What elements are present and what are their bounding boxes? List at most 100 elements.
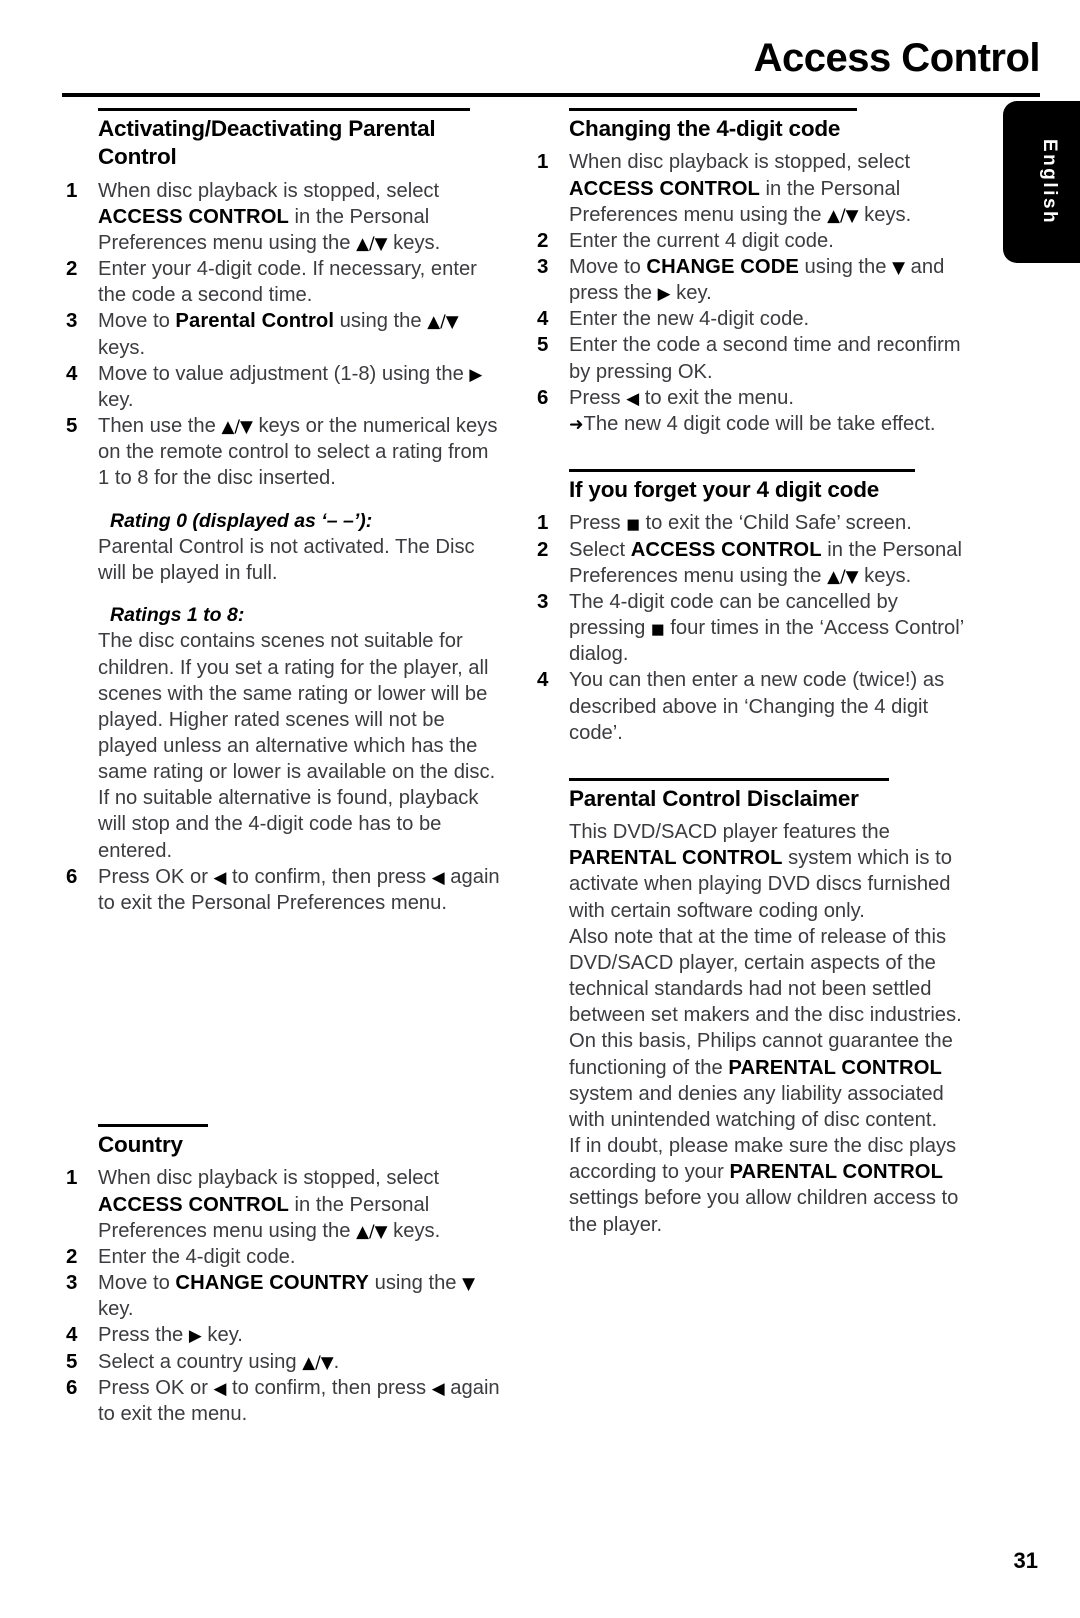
step-number: 3 — [537, 254, 549, 278]
section-disclaimer: Parental Control Disclaimer This DVD/SAC… — [533, 777, 973, 1238]
column-spacer — [62, 918, 502, 964]
step-text: Enter the new 4-digit code. — [569, 308, 810, 331]
step-text: Move to CHANGE CODE using the ▼ and pres… — [569, 255, 945, 305]
step-item: 4 Move to value adjustment (1-8) using th… — [62, 361, 502, 413]
step-text: Press ◀ to exit the menu. — [569, 386, 794, 409]
section-rule — [569, 777, 889, 781]
step-text: Enter the code a second time and reconfi… — [569, 334, 961, 383]
steps-list-country: 1 When disc playback is stopped, select A… — [62, 1165, 502, 1427]
step-number: 2 — [537, 537, 549, 561]
step-item: 2 Enter the 4-digit code. — [62, 1244, 502, 1270]
step-item: 3 Move to CHANGE COUNTRY using the ▼ key. — [62, 1270, 502, 1322]
step-item: 6 Press OK or ◀ to confirm, then press ◀ … — [62, 1375, 502, 1427]
step-item: 3 The 4-digit code can be cancelled by pr… — [533, 589, 973, 667]
rating-0-heading: Rating 0 (displayed as ‘– –’): — [110, 509, 373, 532]
step-text: Move to Parental Control using the ▲/▼ k… — [98, 310, 459, 359]
section-rule — [569, 469, 915, 473]
manual-page: Access Control English Activating/Deacti… — [0, 0, 1080, 1618]
step-item: 3 Move to CHANGE CODE using the ▼ and pre… — [533, 254, 973, 306]
step-number: 5 — [66, 414, 78, 438]
step-number: 1 — [66, 1166, 78, 1190]
step-number: 5 — [66, 1349, 78, 1373]
arrow-icon: ➜ — [569, 414, 584, 435]
step-item: 6 Press OK or ◀ to confirm, then press ◀ … — [62, 864, 502, 916]
step-number: 5 — [537, 333, 549, 357]
step-text: Select ACCESS CONTROL in the Personal Pr… — [569, 538, 962, 587]
step-text: Press OK or ◀ to confirm, then press ◀ a… — [98, 1376, 500, 1425]
step-item: 4 Enter the new 4-digit code. — [533, 306, 973, 332]
change-code-note-text: The new 4 digit code will be take effect… — [583, 412, 936, 435]
step-number: 2 — [537, 228, 549, 252]
section-changing-code: Changing the 4-digit code 1 When disc pla… — [533, 108, 973, 437]
step-number: 6 — [66, 864, 78, 888]
step-number: 4 — [537, 668, 549, 692]
step-item: 5 Then use the ▲/▼ keys or the numerical … — [62, 413, 502, 491]
section-heading: If you forget your 4 digit code — [569, 477, 880, 503]
step-item: 1 Press ■ to exit the ‘Child Safe’ screen… — [533, 510, 973, 536]
language-tab-label: English — [1039, 138, 1060, 226]
step-text: Select a country using ▲/▼. — [98, 1350, 340, 1373]
step-number: 4 — [66, 361, 78, 385]
column-spacer-large — [62, 964, 502, 1124]
step-item: 1 When disc playback is stopped, select A… — [62, 178, 502, 256]
section-rule — [569, 108, 857, 111]
section-heading: Activating/Deactivating Parental Control — [98, 116, 436, 170]
steps-list-parental: 1 When disc playback is stopped, select A… — [62, 178, 502, 492]
step-text: When disc playback is stopped, select AC… — [569, 151, 912, 226]
page-title: Access Control — [753, 36, 1041, 80]
step-item: 6 Press ◀ to exit the menu. — [533, 385, 973, 411]
step-text: Enter the 4-digit code. — [98, 1245, 296, 1268]
step-item: 5 Select a country using ▲/▼. — [62, 1349, 502, 1375]
section-forgot-code: If you forget your 4 digit code 1 Press ■… — [533, 469, 973, 746]
left-column: Activating/Deactivating Parental Control… — [62, 108, 502, 1429]
step-item: 2 Select ACCESS CONTROL in the Personal P… — [533, 537, 973, 589]
header-divider — [62, 93, 1040, 97]
rating-0-body: Parental Control is not activated. The D… — [98, 535, 475, 584]
step-number: 1 — [66, 178, 78, 202]
disclaimer-paragraph: This DVD/SACD player features the PARENT… — [569, 821, 952, 922]
language-tab[interactable]: English — [1003, 101, 1080, 263]
step-text: When disc playback is stopped, select AC… — [98, 1167, 441, 1242]
section-country: Country 1 When disc playback is stopped, … — [62, 1124, 502, 1427]
step-text: When disc playback is stopped, select AC… — [98, 179, 441, 254]
steps-list-forgot-code: 1 Press ■ to exit the ‘Child Safe’ screen… — [533, 510, 973, 745]
step-text: Press OK or ◀ to confirm, then press ◀ a… — [98, 865, 500, 914]
section-rule — [98, 108, 470, 111]
step-number: 2 — [66, 1244, 78, 1268]
step-text: Move to value adjustment (1-8) using the… — [98, 362, 483, 411]
step-number: 6 — [66, 1375, 78, 1399]
step-text: Press ■ to exit the ‘Child Safe’ screen. — [569, 512, 912, 535]
step-text: Move to CHANGE COUNTRY using the ▼ key. — [98, 1272, 476, 1321]
step-item: 4 You can then enter a new code (twice!) … — [533, 667, 973, 745]
ratings-1-8-body: The disc contains scenes not suitable fo… — [98, 630, 496, 862]
step-item: 5 Enter the code a second time and reconf… — [533, 332, 973, 384]
page-number: 31 — [1013, 1548, 1038, 1573]
section-rule — [98, 1124, 208, 1128]
disclaimer-paragraph: If in doubt, please make sure the disc p… — [569, 1135, 959, 1236]
step-text: You can then enter a new code (twice!) a… — [569, 669, 945, 744]
step-number: 3 — [66, 1271, 78, 1295]
step-text: Press the ▶ key. — [98, 1324, 243, 1347]
steps-list-change-code: 1 When disc playback is stopped, select A… — [533, 149, 973, 411]
step-number: 2 — [66, 257, 78, 281]
section-activating-parental-control: Activating/Deactivating Parental Control… — [62, 108, 502, 916]
section-heading: Country — [98, 1132, 183, 1158]
step-item: 4 Press the ▶ key. — [62, 1322, 502, 1348]
steps-list-parental-final: 6 Press OK or ◀ to confirm, then press ◀ … — [62, 864, 502, 916]
step-item: 1 When disc playback is stopped, select A… — [533, 149, 973, 227]
step-number: 3 — [537, 589, 549, 613]
step-number: 4 — [66, 1323, 78, 1347]
change-code-note: ➜The new 4 digit code will be take effec… — [533, 411, 973, 437]
section-heading: Changing the 4-digit code — [569, 116, 841, 141]
step-number: 1 — [537, 511, 549, 535]
step-text: The 4-digit code can be cancelled by pre… — [569, 590, 964, 666]
step-text: Enter your 4-digit code. If necessary, e… — [98, 258, 477, 307]
step-item: 2 Enter the current 4 digit code. — [533, 228, 973, 254]
step-number: 6 — [537, 385, 549, 409]
step-item: 2 Enter your 4-digit code. If necessary, … — [62, 256, 502, 308]
right-column: Changing the 4-digit code 1 When disc pla… — [533, 108, 973, 1240]
step-text: Enter the current 4 digit code. — [569, 229, 834, 252]
step-number: 1 — [537, 150, 549, 174]
